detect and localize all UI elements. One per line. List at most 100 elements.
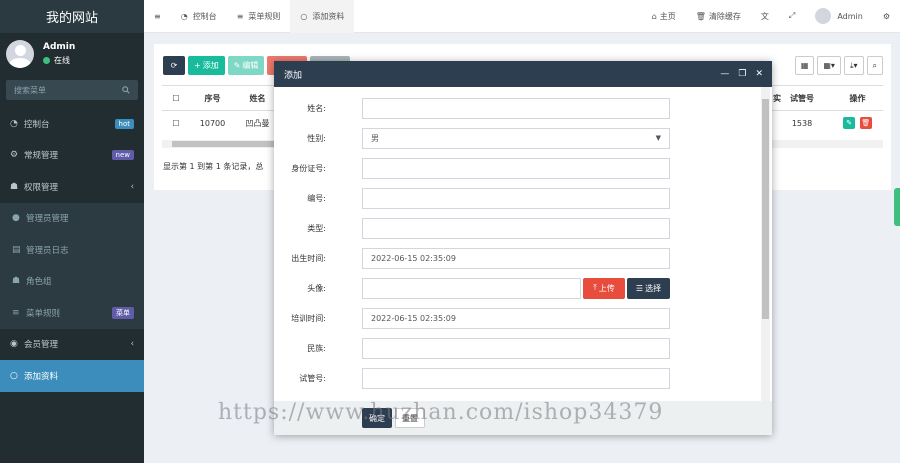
toggle-view-button[interactable]: ▦ (794, 56, 815, 75)
label-avatar: 头像: (307, 283, 326, 293)
cell-exam-no: 1538 (784, 110, 820, 136)
bars-icon: ≡ (154, 11, 161, 21)
label-type: 类型: (307, 223, 326, 233)
dashboard-icon: ◔ (10, 118, 18, 129)
home-link[interactable]: ⌂ 主页 (642, 0, 686, 33)
user-menu[interactable]: Admin (805, 0, 873, 33)
form-row-train-time: 培训时间: (274, 307, 764, 329)
upload-button[interactable]: ⤒ 上传 (583, 277, 625, 299)
tab-add-profile[interactable]: ○ 添加资料 (290, 0, 355, 33)
birth-datetime-input[interactable] (362, 247, 670, 269)
form-row-name: 姓名: (274, 97, 764, 119)
menu-badge: 菜单 (112, 306, 134, 319)
export-button[interactable]: ⤓▾ (843, 56, 864, 75)
tab-dashboard[interactable]: ◔ 控制台 (171, 0, 227, 33)
form-row-nation: 民族: (274, 337, 764, 359)
search-toggle-button[interactable]: ⌕ (866, 56, 883, 75)
sidebar-item-role-group[interactable]: ☗ 角色组 (0, 266, 144, 298)
sidebar-item-general[interactable]: ⚙ 常规管理 new (0, 140, 144, 172)
form-row-gender: 性别: 男 ▼ (274, 127, 764, 149)
sidebar-item-admin-log[interactable]: ▤ 管理员日志 (0, 234, 144, 266)
label-name: 姓名: (307, 103, 326, 113)
sidebar-item-add-profile[interactable]: ○ 添加资料 (0, 360, 144, 392)
label-gender: 性别: (307, 133, 326, 143)
sidebar-item-admin[interactable]: ● 管理员管理 (0, 203, 144, 235)
user-name: Admin (43, 41, 76, 52)
form-row-exam-no: 试管号: (274, 367, 764, 389)
list-alt-icon: ▤ (12, 244, 21, 255)
dashboard-icon: ◔ (180, 11, 188, 21)
columns-button[interactable]: ▦▾ (817, 56, 841, 75)
fullscreen-button[interactable]: ⤢ (779, 0, 805, 33)
col-ops: 操作 (832, 85, 883, 111)
new-badge: new (111, 150, 134, 161)
id-card-input[interactable] (362, 157, 670, 179)
label-id-card: 身份证号: (291, 163, 326, 173)
upload-icon: ⤒ (593, 283, 597, 292)
sidebar-item-dashboard[interactable]: ◔ 控制台 hot (0, 108, 144, 140)
form-row-birth: 出生时间: (274, 247, 764, 269)
menu-search-input[interactable]: 搜索菜单 (6, 80, 138, 100)
form-row-avatar: 头像: ⤒ 上传 ☰ 选择 (274, 277, 764, 299)
minimize-icon[interactable]: — (720, 69, 729, 79)
form-row-type: 类型: (274, 217, 764, 239)
th-icon: ▦▾ (823, 61, 835, 70)
user-status: 在线 (43, 55, 75, 66)
circle-o-icon: ○ (10, 370, 18, 381)
settings-button[interactable]: ⚙ (873, 0, 900, 33)
bars-icon: ≡ (236, 11, 244, 21)
cell-id: 10700 (190, 110, 235, 136)
close-icon[interactable]: ✕ (755, 69, 763, 79)
group-icon: ☗ (12, 276, 21, 287)
type-input[interactable] (362, 217, 670, 239)
pencil-icon: ✎ (233, 61, 241, 70)
choose-button[interactable]: ☰ 选择 (627, 277, 670, 299)
nation-input[interactable] (362, 337, 670, 359)
user-panel: Admin 在线 (0, 33, 144, 74)
sidebar-toggle[interactable]: ≡ (144, 0, 171, 33)
pencil-icon: ✎ (846, 119, 853, 128)
edit-button[interactable]: ✎ 编辑 (227, 56, 265, 75)
clear-cache-button[interactable]: 🗑 清除缓存 (686, 0, 751, 33)
row-delete-button[interactable]: 🗑 (859, 117, 872, 130)
dialog-vertical-scrollbar[interactable] (761, 87, 770, 401)
trash-icon: 🗑 (861, 119, 871, 128)
dialog-header[interactable]: 添加 — ❐ ✕ (274, 61, 772, 87)
select-all-checkbox[interactable]: ☐ (162, 85, 190, 111)
train-datetime-input[interactable] (362, 307, 670, 329)
refresh-button[interactable]: ⟳ (163, 56, 185, 75)
watermark-text: https://www.huzhan.com/ishop34379 (218, 400, 664, 425)
exam-no-input[interactable] (362, 367, 670, 389)
language-button[interactable]: 文 (751, 0, 779, 33)
gears-icon: ⚙ (882, 11, 890, 21)
col-partial: 实 (770, 85, 784, 111)
refresh-icon: ⟳ (170, 61, 178, 70)
label-nation: 民族: (307, 343, 326, 353)
cogs-icon: ⚙ (10, 150, 19, 161)
avatar-input[interactable] (362, 277, 581, 299)
maximize-icon[interactable]: ❐ (738, 69, 746, 79)
sidebar-item-auth[interactable]: ☗ 权限管理 ‹ (0, 171, 144, 203)
circle-o-icon: ○ (300, 11, 308, 21)
gender-select[interactable]: 男 ▼ (362, 127, 670, 149)
sidebar-item-member[interactable]: ◉ 会员管理 ‹ (0, 329, 144, 361)
add-button[interactable]: + 添加 (188, 56, 225, 75)
col-id: 序号 (190, 85, 235, 111)
row-edit-button[interactable]: ✎ (843, 117, 856, 130)
scrollbar-thumb[interactable] (762, 99, 769, 319)
site-logo[interactable]: 我的网站 (0, 0, 144, 33)
list-icon: ☰ (635, 283, 644, 293)
side-tab-handle[interactable] (894, 188, 900, 226)
add-dialog: 添加 — ❐ ✕ 姓名: 性别: 男 ▼ 身份证号: 编号: 类型: 出生时间:… (274, 61, 772, 435)
tab-menu-rule[interactable]: ≡ 菜单规则 (227, 0, 291, 33)
fullscreen-icon: ⤢ (788, 11, 796, 20)
number-input[interactable] (362, 187, 670, 209)
name-input[interactable] (362, 97, 670, 119)
plus-icon: + (194, 61, 201, 70)
form-row-number: 编号: (274, 187, 764, 209)
sidebar-item-menu-rule[interactable]: ≡ 菜单规则 菜单 (0, 297, 144, 329)
group-icon: ☗ (10, 181, 19, 192)
row-checkbox[interactable]: ☐ (162, 110, 190, 136)
menu-search-placeholder: 搜索菜单 (14, 85, 46, 95)
label-birth: 出生时间: (291, 253, 326, 263)
